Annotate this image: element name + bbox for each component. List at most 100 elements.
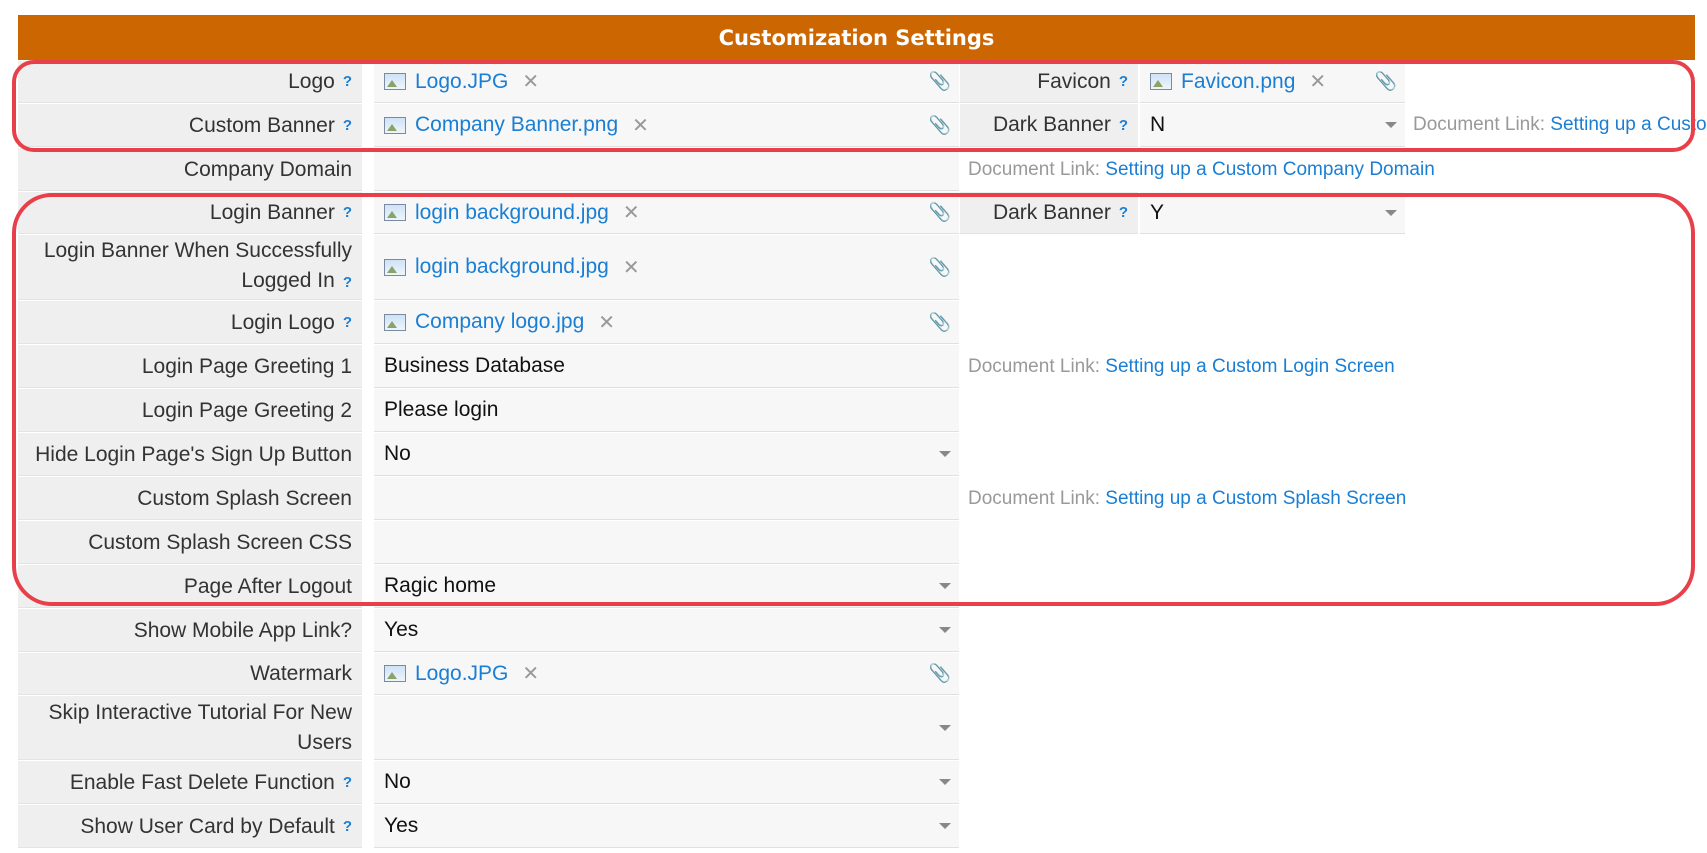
chevron-down-icon[interactable] [939,583,951,589]
file-link[interactable]: Favicon.png [1181,70,1295,94]
remove-icon[interactable]: ✕ [623,255,640,280]
file-link[interactable]: login background.jpg [415,201,609,225]
help-icon[interactable]: ? [1119,73,1128,90]
file-link[interactable]: Company logo.jpg [415,310,584,334]
select-value: N [1150,113,1166,136]
company-domain-field[interactable] [374,148,959,191]
image-file-icon [384,258,406,276]
select-value: Yes [384,618,419,641]
help-icon[interactable]: ? [343,811,352,842]
label-dark-banner: Dark Banner? [960,104,1138,147]
label-text: Page After Logout [183,574,352,598]
doc-link-banner: Document Link: Setting up a Custo [1413,114,1707,136]
watermark-field[interactable]: Logo.JPG ✕ 📎 [374,653,959,695]
attach-icon[interactable]: 📎 [929,312,951,333]
chevron-down-icon[interactable] [1385,209,1397,216]
favicon-field[interactable]: Favicon.png ✕ 📎 [1140,61,1405,103]
label-text: Custom Splash Screen CSS [88,530,352,554]
image-file-icon [1150,73,1172,90]
remove-icon[interactable]: ✕ [598,310,615,335]
label-logo: Logo? [18,61,362,103]
help-icon[interactable]: ? [343,66,352,97]
attach-icon[interactable]: 📎 [929,202,951,223]
attach-icon[interactable]: 📎 [1375,71,1397,92]
remove-icon[interactable]: ✕ [623,200,640,225]
attach-icon[interactable]: 📎 [929,115,951,136]
help-icon[interactable]: ? [343,767,352,798]
chevron-down-icon[interactable] [939,724,951,731]
label-text: Login Banner When Successfully Logged In [43,239,352,292]
chevron-down-icon[interactable] [939,823,951,829]
mobile-link-select[interactable]: Yes [374,609,959,652]
label-text: Company Domain [183,157,352,181]
attach-icon[interactable]: 📎 [929,71,951,92]
chevron-down-icon[interactable] [1385,122,1397,128]
doc-link[interactable]: Setting up a Custom Login Screen [1105,356,1394,377]
help-icon[interactable]: ? [1119,117,1128,134]
fast-delete-select[interactable]: No [374,761,959,804]
greeting-2-field[interactable]: Please login [374,389,959,432]
file-link[interactable]: Company Banner.png [415,113,618,137]
dark-banner-login-select[interactable]: Y [1140,192,1405,234]
login-banner-field[interactable]: login background.jpg ✕ 📎 [374,192,959,234]
label-text: Skip Interactive Tutorial For New Users [48,700,352,754]
image-file-icon [384,73,406,90]
doc-link-splash: Document Link: Setting up a Custom Splas… [968,488,1406,510]
label-custom-banner: Custom Banner? [18,104,362,147]
label-greeting-2: Login Page Greeting 2 [18,389,362,432]
select-value: No [384,770,411,793]
help-icon[interactable]: ? [343,110,352,141]
file-link[interactable]: Logo.JPG [415,662,508,686]
label-text: Custom Banner [188,113,335,137]
doc-prefix: Document Link: [968,159,1101,180]
doc-link[interactable]: Setting up a Custom Company Domain [1105,159,1435,180]
login-logo-field[interactable]: Company logo.jpg ✕ 📎 [374,301,959,344]
attach-icon[interactable]: 📎 [929,663,951,684]
help-icon[interactable]: ? [343,307,352,338]
chevron-down-icon[interactable] [939,451,951,457]
dark-banner-select[interactable]: N [1140,104,1405,147]
remove-icon[interactable]: ✕ [522,661,539,686]
logo-field[interactable]: Logo.JPG ✕ 📎 [374,61,959,103]
label-hide-signup: Hide Login Page's Sign Up Button [18,433,362,476]
field-value: Business Database [384,354,565,377]
attach-icon[interactable]: 📎 [929,257,951,278]
doc-link[interactable]: Setting up a Custo [1550,114,1706,135]
doc-link-domain: Document Link: Setting up a Custom Compa… [968,159,1435,181]
label-company-domain: Company Domain [18,148,362,191]
label-mobile-link: Show Mobile App Link? [18,609,362,652]
label-text-wrap: Login Banner When Successfully Logged In… [38,236,352,298]
label-watermark: Watermark [18,653,362,695]
image-file-icon [384,313,406,331]
label-login-banner-success: Login Banner When Successfully Logged In… [18,235,362,300]
remove-icon[interactable]: ✕ [1309,69,1326,94]
doc-prefix: Document Link: [1413,114,1546,135]
user-card-select[interactable]: Yes [374,805,959,848]
splash-css-field[interactable] [374,521,959,564]
label-text: Login Page Greeting 2 [141,398,352,422]
custom-banner-field[interactable]: Company Banner.png ✕ 📎 [374,104,959,147]
chevron-down-icon[interactable] [939,627,951,633]
image-file-icon [384,204,406,221]
remove-icon[interactable]: ✕ [522,69,539,94]
skip-tutorial-select[interactable] [374,696,959,760]
label-text: Favicon [1037,69,1111,93]
greeting-1-field[interactable]: Business Database [374,345,959,388]
file-link[interactable]: Logo.JPG [415,70,508,94]
label-text: Logo [288,70,335,93]
after-logout-select[interactable]: Ragic home [374,565,959,608]
label-text: Watermark [250,662,352,685]
file-link[interactable]: login background.jpg [415,255,609,279]
label-after-logout: Page After Logout [18,565,362,608]
hide-signup-select[interactable]: No [374,433,959,476]
help-icon[interactable]: ? [343,197,352,228]
doc-link[interactable]: Setting up a Custom Splash Screen [1105,488,1406,509]
remove-icon[interactable]: ✕ [632,113,649,138]
splash-field[interactable] [374,477,959,520]
section-header: Customization Settings [18,15,1695,60]
help-icon[interactable]: ? [1119,204,1128,221]
chevron-down-icon[interactable] [939,779,951,785]
login-banner-success-field[interactable]: login background.jpg ✕ 📎 [374,235,959,300]
label-login-logo: Login Logo? [18,301,362,344]
help-icon[interactable]: ? [343,268,352,298]
